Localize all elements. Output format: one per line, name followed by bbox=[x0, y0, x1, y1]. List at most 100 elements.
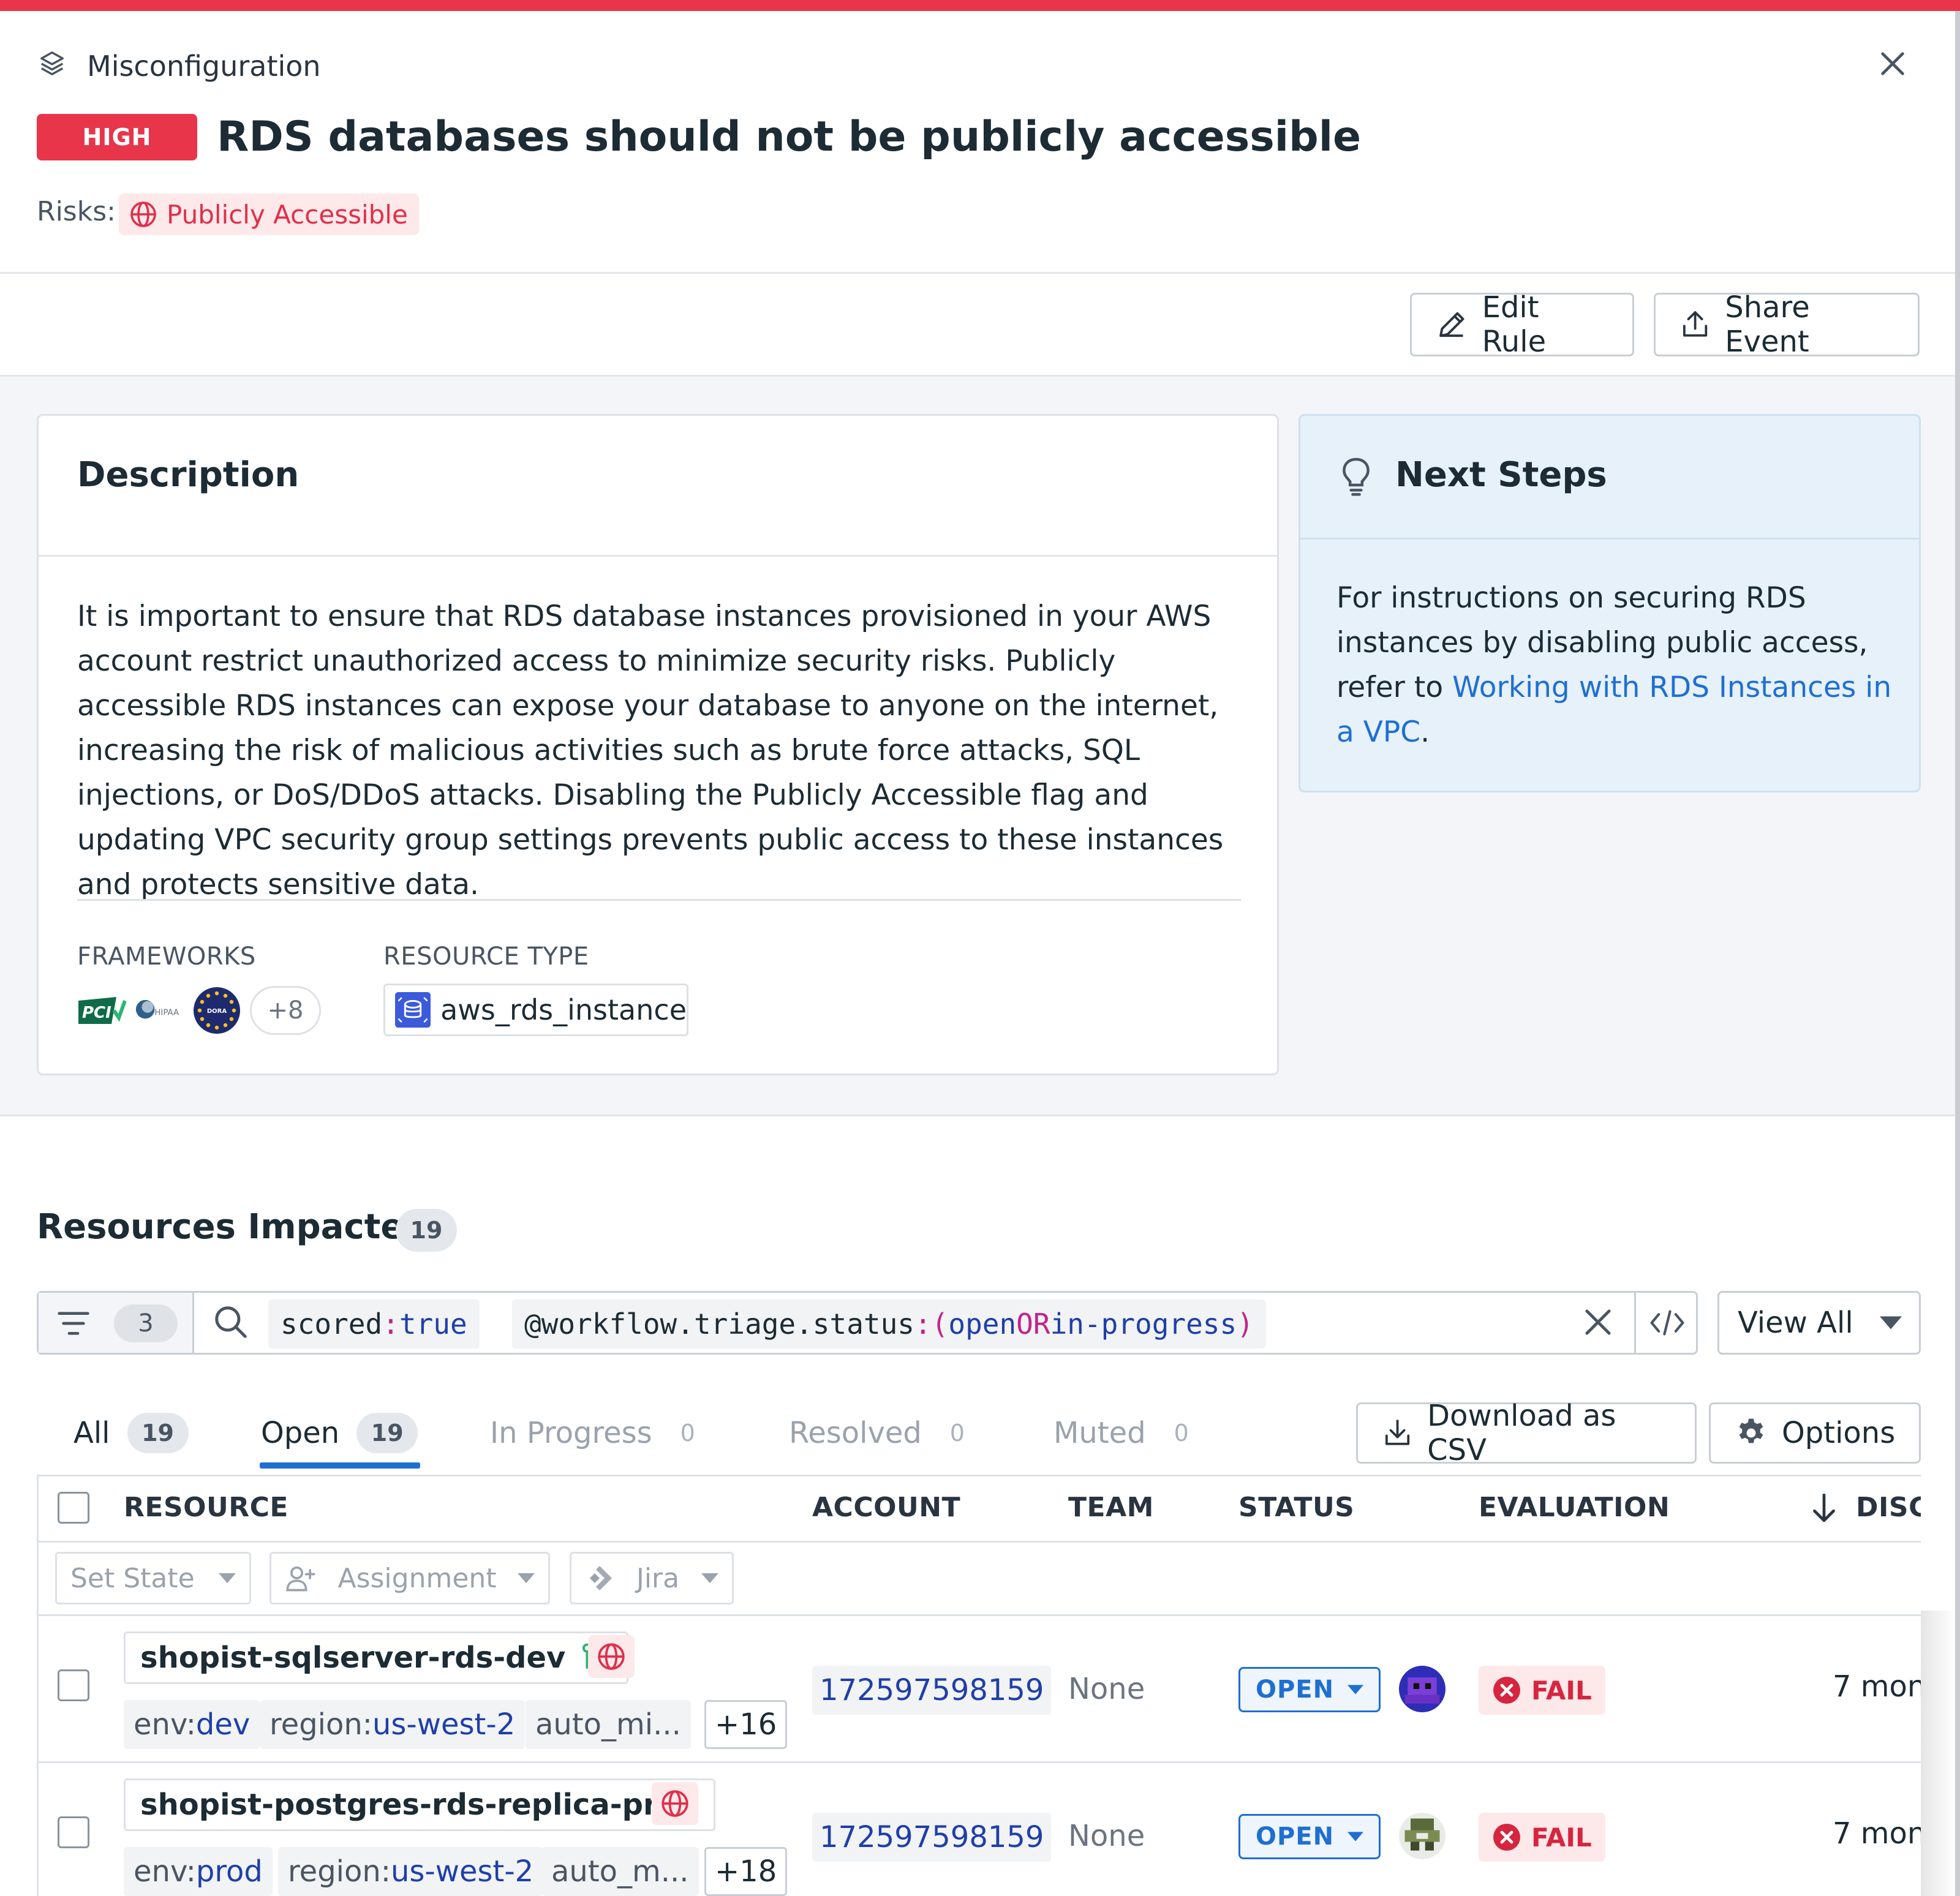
column-header-status[interactable]: STATUS bbox=[1238, 1492, 1354, 1523]
options-label: Options bbox=[1782, 1416, 1896, 1450]
resource-name: shopist-sqlserver-rds-dev bbox=[140, 1641, 566, 1675]
evaluation-label: FAIL bbox=[1531, 1822, 1592, 1853]
caret-down-icon bbox=[518, 1573, 535, 1584]
resource-name-chip[interactable]: shopist-sqlserver-rds-dev bbox=[124, 1631, 629, 1684]
globe-icon bbox=[662, 1790, 688, 1817]
avatar[interactable] bbox=[1399, 1813, 1446, 1859]
discovered-value: 7 mon bbox=[1833, 1816, 1921, 1851]
share-upload-icon bbox=[1683, 311, 1708, 337]
rds-database-icon bbox=[395, 991, 431, 1028]
select-all-checkbox[interactable] bbox=[58, 1492, 89, 1524]
query-syntax-toggle[interactable] bbox=[1634, 1293, 1698, 1353]
tab-count: 0 bbox=[680, 1420, 695, 1446]
status-label: OPEN bbox=[1255, 1676, 1335, 1704]
tag-auto[interactable]: auto_m... bbox=[541, 1847, 699, 1896]
query-sep: : bbox=[914, 1307, 932, 1341]
layers-icon bbox=[40, 51, 64, 75]
query-paren: ) bbox=[1237, 1307, 1254, 1341]
tab-resolved[interactable]: Resolved 0 bbox=[789, 1409, 976, 1458]
row-divider bbox=[39, 1541, 1921, 1543]
set-state-label: Set State bbox=[70, 1562, 195, 1594]
row-checkbox[interactable] bbox=[58, 1816, 89, 1848]
status-label: OPEN bbox=[1255, 1823, 1335, 1851]
resource-name: shopist-postgres-rds-replica-prod bbox=[140, 1788, 699, 1822]
column-header-resource[interactable]: RESOURCE bbox=[124, 1492, 288, 1523]
tab-all[interactable]: All 19 bbox=[74, 1409, 189, 1458]
tab-count: 19 bbox=[127, 1413, 189, 1453]
view-select[interactable]: View All bbox=[1717, 1291, 1921, 1355]
tab-label: All bbox=[74, 1416, 110, 1450]
frameworks-more-button[interactable]: +8 bbox=[250, 986, 321, 1035]
column-header-evaluation[interactable]: EVALUATION bbox=[1479, 1492, 1670, 1523]
account-id[interactable]: 172597598159 bbox=[812, 1666, 1052, 1715]
dora-logo[interactable]: DORA bbox=[192, 987, 241, 1034]
risk-chip[interactable]: Publicly Accessible bbox=[119, 194, 419, 235]
column-header-team[interactable]: TEAM bbox=[1068, 1492, 1154, 1523]
clear-search-icon[interactable] bbox=[1579, 1303, 1617, 1341]
horizontal-scroll-shadow bbox=[1921, 1611, 1955, 1896]
tag-region[interactable]: region: us-west-2 bbox=[278, 1847, 544, 1896]
tag-region[interactable]: region: us-west-2 bbox=[260, 1700, 526, 1749]
query-value: true bbox=[399, 1307, 467, 1341]
avatar[interactable] bbox=[1399, 1666, 1446, 1712]
tag-value: prod bbox=[195, 1854, 263, 1889]
query-key: scored bbox=[281, 1307, 383, 1341]
tag-value: us-west-2 bbox=[372, 1707, 516, 1742]
column-header-discovered[interactable]: DISC bbox=[1856, 1492, 1921, 1523]
assignment-dropdown[interactable]: Assignment bbox=[270, 1552, 550, 1604]
more-tags-button[interactable]: +18 bbox=[704, 1847, 788, 1896]
row-divider bbox=[39, 1614, 1921, 1616]
eu-dora-icon: DORA bbox=[194, 987, 240, 1034]
jira-dropdown[interactable]: Jira bbox=[570, 1552, 734, 1604]
tag-key: region: bbox=[270, 1707, 372, 1742]
globe-icon bbox=[598, 1643, 625, 1670]
edit-rule-button[interactable]: Edit Rule bbox=[1410, 290, 1634, 359]
set-state-dropdown[interactable]: Set State bbox=[55, 1552, 251, 1604]
resource-type-chip[interactable]: aws_rds_instance bbox=[383, 984, 688, 1036]
more-tags-button[interactable]: +16 bbox=[704, 1700, 788, 1749]
pci-logo[interactable]: PCI bbox=[77, 989, 126, 1032]
tag-env[interactable]: env: prod bbox=[124, 1847, 273, 1896]
tag-value: dev bbox=[195, 1707, 251, 1742]
tab-count: 0 bbox=[949, 1420, 965, 1446]
tag-key: region: bbox=[288, 1854, 391, 1889]
pci-icon: PCI bbox=[78, 997, 126, 1024]
tab-muted[interactable]: Muted 0 bbox=[1054, 1409, 1200, 1458]
hipaa-logo[interactable]: HIPAA bbox=[135, 989, 184, 1032]
resources-count-badge: 19 bbox=[396, 1209, 457, 1252]
status-dropdown[interactable]: OPEN bbox=[1238, 1667, 1381, 1712]
resource-type-label: RESOURCE TYPE bbox=[383, 942, 589, 971]
dora-logo-text: DORA bbox=[207, 1008, 227, 1015]
options-button[interactable]: Options bbox=[1709, 1402, 1921, 1464]
frameworks-list: PCI HIPAA DORA +8 bbox=[77, 986, 321, 1035]
close-icon[interactable] bbox=[1875, 47, 1910, 81]
caret-down-icon bbox=[1348, 1685, 1364, 1695]
share-event-button[interactable]: Share Event bbox=[1654, 290, 1920, 359]
query-term-scored[interactable]: scored: true bbox=[268, 1300, 480, 1349]
public-risk-chip[interactable] bbox=[652, 1782, 698, 1825]
public-risk-chip[interactable] bbox=[588, 1635, 635, 1678]
column-header-account[interactable]: ACCOUNT bbox=[812, 1492, 960, 1523]
account-id[interactable]: 172597598159 bbox=[812, 1813, 1052, 1862]
tag-env[interactable]: env: dev bbox=[124, 1700, 260, 1749]
tag-auto[interactable]: auto_mi... bbox=[526, 1700, 691, 1749]
divider bbox=[39, 555, 1277, 557]
resource-name-chip[interactable]: shopist-postgres-rds-replica-prod bbox=[124, 1778, 716, 1831]
query-term-triage-status[interactable]: @workflow.triage.status:(open OR in-prog… bbox=[512, 1300, 1266, 1349]
search-icon bbox=[215, 1306, 247, 1338]
filter-icon bbox=[58, 1312, 89, 1335]
download-csv-button[interactable]: Download as CSV bbox=[1356, 1399, 1697, 1467]
evaluation-badge: FAIL bbox=[1479, 1813, 1605, 1862]
row-checkbox[interactable] bbox=[58, 1669, 89, 1701]
status-dropdown[interactable]: OPEN bbox=[1238, 1814, 1381, 1859]
next-steps-end: . bbox=[1420, 715, 1430, 749]
sort-descending-icon[interactable] bbox=[1811, 1492, 1838, 1524]
tab-label: Muted bbox=[1054, 1416, 1146, 1450]
evaluation-label: FAIL bbox=[1531, 1675, 1592, 1706]
add-user-icon bbox=[286, 1566, 315, 1592]
pci-logo-text: PCI bbox=[82, 1004, 111, 1022]
tab-open[interactable]: Open 19 bbox=[261, 1409, 418, 1458]
tab-label: In Progress bbox=[490, 1416, 652, 1450]
tab-in-progress[interactable]: In Progress 0 bbox=[490, 1409, 706, 1458]
caret-down-icon bbox=[219, 1573, 236, 1584]
